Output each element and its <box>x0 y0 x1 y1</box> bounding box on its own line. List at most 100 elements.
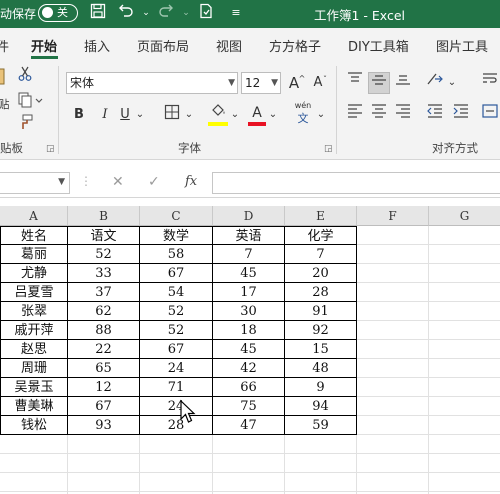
font-color-button[interactable]: A <box>248 102 266 124</box>
increase-indent-icon[interactable] <box>451 104 471 126</box>
tab-home[interactable]: 开始 <box>31 36 57 55</box>
table-cell[interactable]: 7 <box>285 245 357 264</box>
tab-insert[interactable]: 插入 <box>84 36 110 55</box>
tab-page-layout[interactable]: 页面布局 <box>137 36 189 55</box>
table-cell[interactable]: 47 <box>213 416 285 435</box>
table-header-cell[interactable]: 姓名 <box>0 226 68 245</box>
table-cell[interactable]: 吴景玉 <box>0 378 68 397</box>
font-size-select[interactable]: 12 ▼ <box>241 72 281 94</box>
column-header-b[interactable]: B <box>68 206 140 226</box>
align-center-icon[interactable] <box>369 104 389 126</box>
column-header-e[interactable]: E <box>285 206 357 226</box>
wrap-text-icon[interactable] <box>480 72 500 94</box>
formula-input[interactable] <box>212 172 500 194</box>
align-left-icon[interactable] <box>345 104 365 126</box>
table-cell[interactable]: 59 <box>285 416 357 435</box>
redo-icon[interactable] <box>156 3 176 23</box>
cut-icon[interactable] <box>16 66 34 88</box>
table-cell[interactable]: 91 <box>285 302 357 321</box>
column-header-f[interactable]: F <box>357 206 429 226</box>
table-cell[interactable]: 67 <box>68 397 140 416</box>
table-cell[interactable]: 67 <box>140 264 213 283</box>
table-header-cell[interactable]: 数学 <box>140 226 213 245</box>
worksheet-grid[interactable]: A B C D E F G 姓名 语文 数学 英语 化学 葛丽 52 58 7 7 尤静 33 67 45… <box>0 206 500 494</box>
more-options-icon[interactable]: ⋮ <box>80 174 92 188</box>
table-cell[interactable]: 33 <box>68 264 140 283</box>
font-launcher-icon[interactable]: ◲ <box>324 144 333 154</box>
underline-button[interactable]: U <box>116 104 134 126</box>
table-cell[interactable]: 28 <box>285 283 357 302</box>
table-cell[interactable]: 94 <box>285 397 357 416</box>
table-cell[interactable]: 9 <box>285 378 357 397</box>
table-cell[interactable]: 钱松 <box>0 416 68 435</box>
table-cell[interactable]: 45 <box>213 340 285 359</box>
tab-file[interactable]: 件 <box>0 36 9 55</box>
column-header-g[interactable]: G <box>429 206 500 226</box>
table-header-cell[interactable]: 化学 <box>285 226 357 245</box>
paste-icon[interactable] <box>0 66 6 88</box>
insert-function-button[interactable]: fx <box>185 174 197 189</box>
table-cell[interactable]: 37 <box>68 283 140 302</box>
font-name-select[interactable]: 宋体 ▼ <box>66 72 238 94</box>
save-icon[interactable] <box>88 3 108 23</box>
table-cell[interactable]: 周珊 <box>0 359 68 378</box>
column-header-a[interactable]: A <box>0 206 68 226</box>
table-cell[interactable]: 52 <box>68 245 140 264</box>
table-cell[interactable]: 28 <box>140 416 213 435</box>
table-cell[interactable]: 75 <box>213 397 285 416</box>
table-cell[interactable]: 张翠 <box>0 302 68 321</box>
table-cell[interactable]: 42 <box>213 359 285 378</box>
tab-view[interactable]: 视图 <box>216 36 242 55</box>
table-cell[interactable]: 葛丽 <box>0 245 68 264</box>
table-header-cell[interactable]: 英语 <box>213 226 285 245</box>
table-cell[interactable]: 54 <box>140 283 213 302</box>
table-cell[interactable]: 58 <box>140 245 213 264</box>
border-dropdown-icon[interactable]: ⌄ <box>183 104 195 126</box>
table-cell[interactable]: 7 <box>213 245 285 264</box>
table-cell[interactable]: 18 <box>213 321 285 340</box>
phonetic-dropdown-icon[interactable]: ⌄ <box>315 104 327 126</box>
tab-fangfang[interactable]: 方方格子 <box>269 36 321 55</box>
table-header-cell[interactable]: 语文 <box>68 226 140 245</box>
table-cell[interactable]: 52 <box>140 302 213 321</box>
table-cell[interactable]: 52 <box>140 321 213 340</box>
table-cell[interactable]: 20 <box>285 264 357 283</box>
table-cell[interactable]: 尤静 <box>0 264 68 283</box>
table-cell[interactable]: 88 <box>68 321 140 340</box>
format-painter-icon[interactable] <box>16 114 34 136</box>
phonetic-button[interactable]: 文 <box>292 112 314 134</box>
border-button[interactable] <box>162 104 182 126</box>
table-cell[interactable]: 22 <box>68 340 140 359</box>
table-cell[interactable]: 戚开萍 <box>0 321 68 340</box>
table-cell[interactable]: 62 <box>68 302 140 321</box>
table-cell[interactable]: 92 <box>285 321 357 340</box>
enter-icon[interactable]: ✓ <box>148 174 160 190</box>
table-cell[interactable]: 17 <box>213 283 285 302</box>
undo-icon[interactable] <box>116 3 136 23</box>
align-middle-icon[interactable] <box>368 72 390 94</box>
tab-picture-tools[interactable]: 图片工具 <box>436 36 488 55</box>
name-box[interactable]: ▼ <box>0 172 70 194</box>
clipboard-launcher-icon[interactable]: ◲ <box>46 144 55 154</box>
italic-button[interactable]: I <box>96 104 114 126</box>
cancel-icon[interactable]: ✕ <box>112 174 124 190</box>
table-cell[interactable]: 24 <box>140 359 213 378</box>
customize-toolbar-icon[interactable]: ≡ <box>226 3 246 23</box>
table-cell[interactable]: 48 <box>285 359 357 378</box>
table-cell[interactable]: 66 <box>213 378 285 397</box>
autosave-toggle[interactable]: 关 <box>38 4 78 22</box>
copy-icon[interactable] <box>16 92 46 114</box>
bold-button[interactable]: B <box>70 104 88 126</box>
table-cell[interactable]: 65 <box>68 359 140 378</box>
table-cell[interactable]: 曹美琳 <box>0 397 68 416</box>
orientation-dropdown-icon[interactable]: ⌄ <box>446 72 458 94</box>
align-bottom-icon[interactable] <box>393 72 413 94</box>
table-cell[interactable]: 吕夏雪 <box>0 283 68 302</box>
format-painter-doc-icon[interactable] <box>196 3 216 23</box>
table-cell[interactable]: 67 <box>140 340 213 359</box>
fill-color-button[interactable] <box>208 102 228 124</box>
column-header-c[interactable]: C <box>140 206 213 226</box>
font-color-dropdown-icon[interactable]: ⌄ <box>267 104 279 126</box>
align-top-icon[interactable] <box>345 72 365 94</box>
merge-center-icon[interactable] <box>480 104 500 126</box>
